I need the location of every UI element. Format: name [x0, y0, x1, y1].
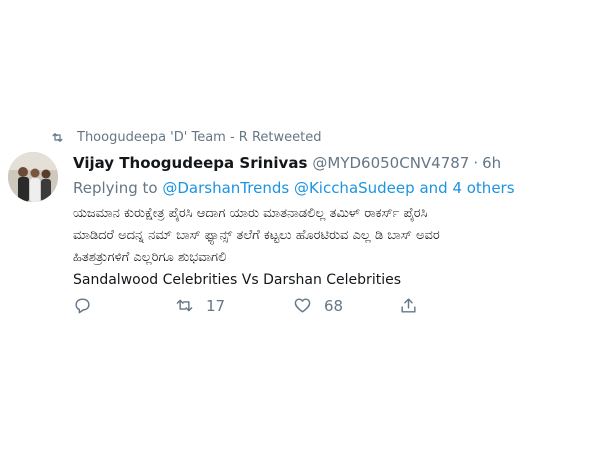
retweet-count: 17	[206, 296, 226, 315]
retweet-banner: Thoogudeepa 'D' Team - R Retweeted	[50, 128, 321, 146]
like-button[interactable]: 68	[293, 296, 399, 315]
heart-icon	[294, 298, 311, 313]
mention-link[interactable]: @KicchaSudeep	[294, 179, 415, 197]
share-icon	[401, 298, 416, 313]
timestamp[interactable]: 6h	[482, 153, 501, 173]
retweet-icon	[176, 299, 193, 312]
like-count: 68	[324, 296, 344, 315]
share-button[interactable]	[399, 296, 418, 315]
display-name[interactable]: Vijay Thoogudeepa Srinivas	[73, 153, 307, 173]
tweet-body-line: ಯಜಮಾನ ಕುರುಕ್ಷೇತ್ರ ಪೈರಸಿ ಆದಾಗ ಯಾರು ಮಾತನಾಡ…	[73, 206, 428, 221]
reply-others-link[interactable]: and 4 others	[419, 179, 514, 197]
retweet-button[interactable]: 17	[175, 296, 293, 315]
reply-context: Replying to @DarshanTrends @KicchaSudeep…	[73, 178, 593, 198]
tweet-content: Vijay Thoogudeepa Srinivas @MYD6050CNV47…	[73, 153, 593, 291]
user-handle[interactable]: @MYD6050CNV4787	[312, 153, 469, 173]
mention-link[interactable]: @DarshanTrends	[162, 179, 289, 197]
reply-icon	[75, 298, 90, 314]
tweet-body-line: ಮಾಡಿದರೆ ಅದನ್ನ ನಮ್ ಬಾಸ್ ಫ್ಯಾನ್ಸ್ ತಲೆಗೆ ಕಟ…	[73, 228, 440, 243]
retweet-banner-text[interactable]: Thoogudeepa 'D' Team - R Retweeted	[77, 130, 321, 145]
tweet-body: ಯಜಮಾನ ಕುರುಕ್ಷೇತ್ರ ಪೈರಸಿ ಆದಾಗ ಯಾರು ಮಾತನಾಡ…	[73, 203, 593, 291]
tweet-header: Vijay Thoogudeepa Srinivas @MYD6050CNV47…	[73, 153, 593, 173]
reply-button[interactable]	[73, 296, 175, 315]
reply-prefix: Replying to	[73, 179, 158, 197]
tweet-body-line: Sandalwood Celebrities Vs Darshan Celebr…	[73, 272, 401, 288]
tweet-actions: 17 68	[73, 296, 418, 315]
avatar[interactable]	[8, 152, 58, 202]
tweet-body-line: ಹಿತಶತ್ರುಗಳಿಗೆ ಎಲ್ಲರಿಗೂ ಶುಭವಾಗಲಿ	[73, 250, 227, 265]
retweet-icon	[52, 132, 63, 142]
tweet-card[interactable]: Thoogudeepa 'D' Team - R Retweeted Vijay…	[0, 0, 600, 450]
separator-dot: ·	[473, 154, 479, 172]
avatar-photo	[8, 152, 58, 202]
